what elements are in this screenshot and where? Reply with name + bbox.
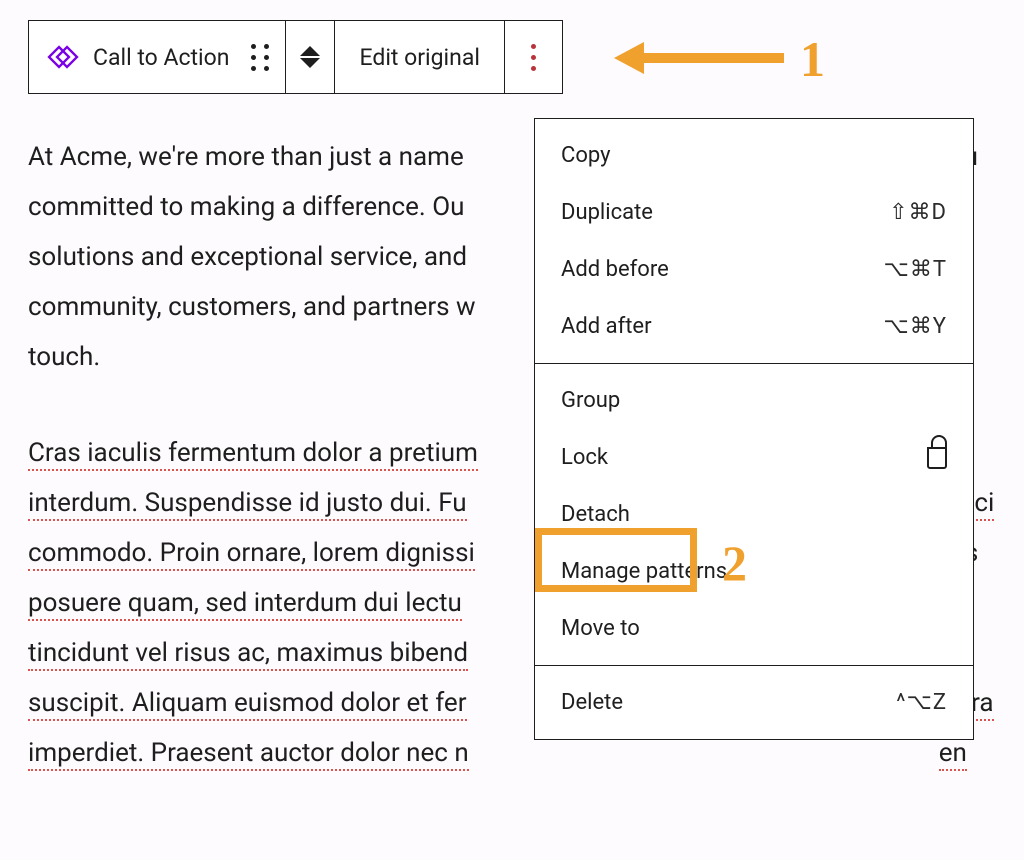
annotation-number-1: 1 <box>800 30 825 88</box>
chevron-down-icon[interactable] <box>300 58 320 68</box>
menu-group-structure: Group Lock Detach Manage patterns Move t… <box>535 363 973 665</box>
menu-group-delete: Delete ^⌥Z <box>535 665 973 739</box>
block-toolbar: Call to Action Edit original <box>28 20 563 94</box>
menu-item-add-before[interactable]: Add before ⌥⌘T <box>535 241 973 298</box>
shortcut-label: ⇧⌘D <box>889 200 947 225</box>
chevron-up-icon[interactable] <box>300 46 320 56</box>
menu-item-add-after[interactable]: Add after ⌥⌘Y <box>535 298 973 355</box>
menu-label: Move to <box>561 616 640 641</box>
kebab-dot <box>531 66 536 71</box>
kebab-dot <box>531 55 536 60</box>
more-options-button[interactable] <box>504 21 562 93</box>
menu-item-lock[interactable]: Lock <box>535 429 973 486</box>
menu-item-move-to[interactable]: Move to <box>535 600 973 657</box>
block-type-button[interactable]: Call to Action <box>29 21 285 93</box>
edit-original-button[interactable]: Edit original <box>334 21 503 93</box>
kebab-dot <box>531 44 536 49</box>
menu-label: Duplicate <box>561 200 653 225</box>
annotation-number-2: 2 <box>722 534 747 592</box>
menu-label: Add after <box>561 314 652 339</box>
menu-label: Lock <box>561 445 608 470</box>
lock-icon <box>927 447 947 469</box>
shortcut-label: ⌥⌘T <box>884 257 947 282</box>
menu-item-group[interactable]: Group <box>535 372 973 429</box>
drag-handle-icon[interactable] <box>251 44 269 71</box>
move-up-down[interactable] <box>285 21 334 93</box>
menu-item-duplicate[interactable]: Duplicate ⇧⌘D <box>535 184 973 241</box>
block-label: Call to Action <box>93 44 229 71</box>
menu-label: Add before <box>561 257 669 282</box>
editor-canvas: Call to Action Edit original 1 At Acme, … <box>0 0 1024 860</box>
annotation-highlight-2 <box>535 528 697 592</box>
shortcut-label: ⌥⌘Y <box>883 314 947 339</box>
menu-item-copy[interactable]: Copy <box>535 127 973 184</box>
annotation-arrow-1 <box>614 42 784 74</box>
shortcut-label: ^⌥Z <box>896 690 947 715</box>
menu-label: Copy <box>561 143 611 168</box>
pattern-icon <box>47 41 79 73</box>
menu-label: Group <box>561 388 620 413</box>
arrow-shaft <box>644 53 784 63</box>
menu-label: Delete <box>561 690 623 715</box>
menu-label: Detach <box>561 502 630 527</box>
block-options-menu: Copy Duplicate ⇧⌘D Add before ⌥⌘T Add af… <box>534 118 974 740</box>
menu-item-delete[interactable]: Delete ^⌥Z <box>535 674 973 731</box>
menu-group-edit: Copy Duplicate ⇧⌘D Add before ⌥⌘T Add af… <box>535 119 973 363</box>
arrow-head-icon <box>614 42 644 74</box>
edit-original-label: Edit original <box>359 44 479 71</box>
